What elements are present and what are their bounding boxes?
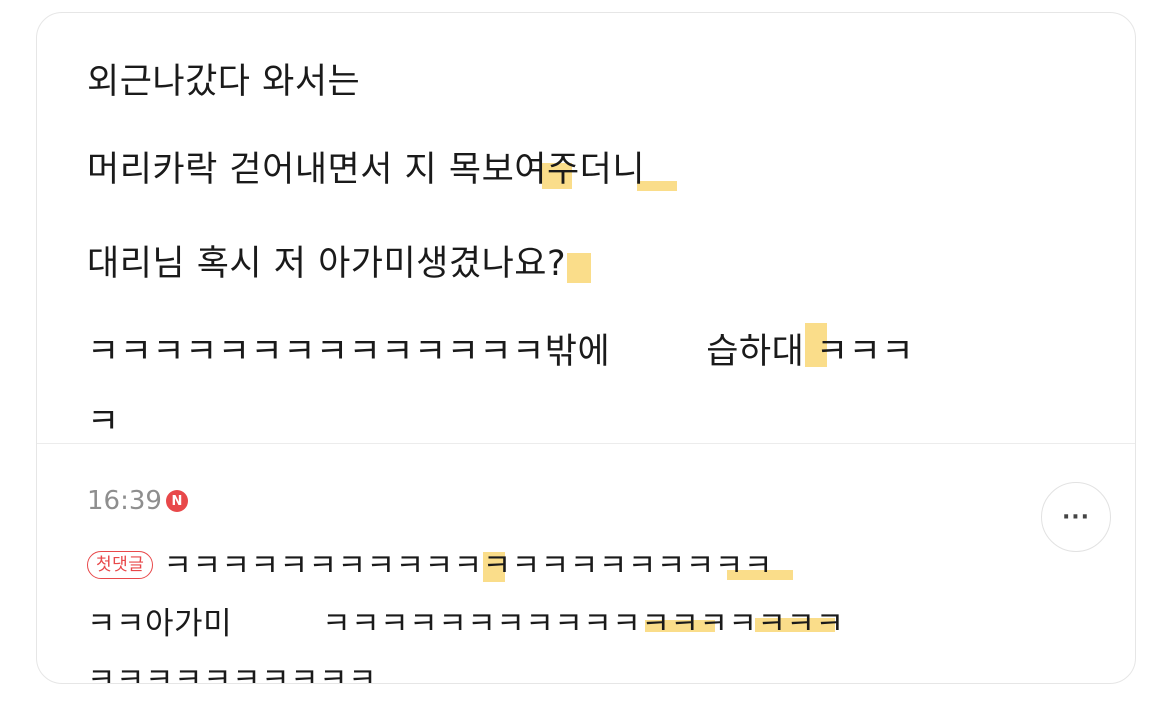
comment-line-segment: ㅋㅋㅋㅋㅋㅋㅋㅋㅋㅋㅋㅋㅋㅋㅋㅋㅋㅋㅋㅋㅋ (163, 548, 773, 584)
post-card: 외근나갔다 와서는 머리카락 걷어내면서 지 목보여주더니 대리님 혹시 저 아… (36, 12, 1136, 684)
post-body: 외근나갔다 와서는 머리카락 걷어내면서 지 목보여주더니 대리님 혹시 저 아… (37, 13, 1135, 443)
comment-line-segment: ㅋㅋㅋㅋㅋㅋㅋㅋㅋㅋㅋㅋㅋㅋㅋㅋㅋㅋ (322, 606, 845, 642)
comment-line: ㅋㅋㅋㅋㅋㅋㅋㅋㅋㅋ (87, 662, 378, 684)
post-line-segment: ㅋㅋㅋㅋㅋㅋㅋㅋㅋㅋㅋㅋㅋㅋ밖에 (87, 332, 611, 372)
comment-line-segment: ㅋㅋ아가미 (87, 606, 233, 642)
post-line: 머리카락 걷어내면서 지 목보여주더니 (87, 150, 646, 190)
more-options-button[interactable]: ··· (1041, 482, 1111, 552)
comment: 16:39 N ··· 첫댓글 ㅋㅋㅋㅋㅋㅋㅋㅋㅋㅋㅋㅋㅋㅋㅋㅋㅋㅋㅋㅋㅋ ㅋㅋ아… (37, 444, 1135, 684)
post-line: 외근나갔다 와서는 (87, 62, 361, 102)
post-line: ㅋㅋㅋㅋㅋㅋㅋㅋㅋㅋㅋㅋㅋㅋ밖에 습하대 ㅋㅋㅋ (87, 329, 914, 375)
comment-line: ㅋㅋ아가미 ㅋㅋㅋㅋㅋㅋㅋㅋㅋㅋㅋㅋㅋㅋㅋㅋㅋㅋ (87, 604, 844, 644)
comment-meta: 16:39 N (87, 486, 188, 516)
comment-line: 첫댓글 ㅋㅋㅋㅋㅋㅋㅋㅋㅋㅋㅋㅋㅋㅋㅋㅋㅋㅋㅋㅋㅋ (87, 546, 773, 586)
new-badge: N (165, 490, 188, 512)
post-line-segment: 습하대 ㅋㅋㅋ (706, 332, 915, 372)
comment-time: 16:39 (87, 486, 162, 516)
post-line: ㅋ (87, 402, 120, 442)
first-comment-badge: 첫댓글 (87, 550, 154, 579)
highlight-mark (567, 253, 591, 283)
post-line: 대리님 혹시 저 아가미생겼나요? (87, 244, 567, 284)
